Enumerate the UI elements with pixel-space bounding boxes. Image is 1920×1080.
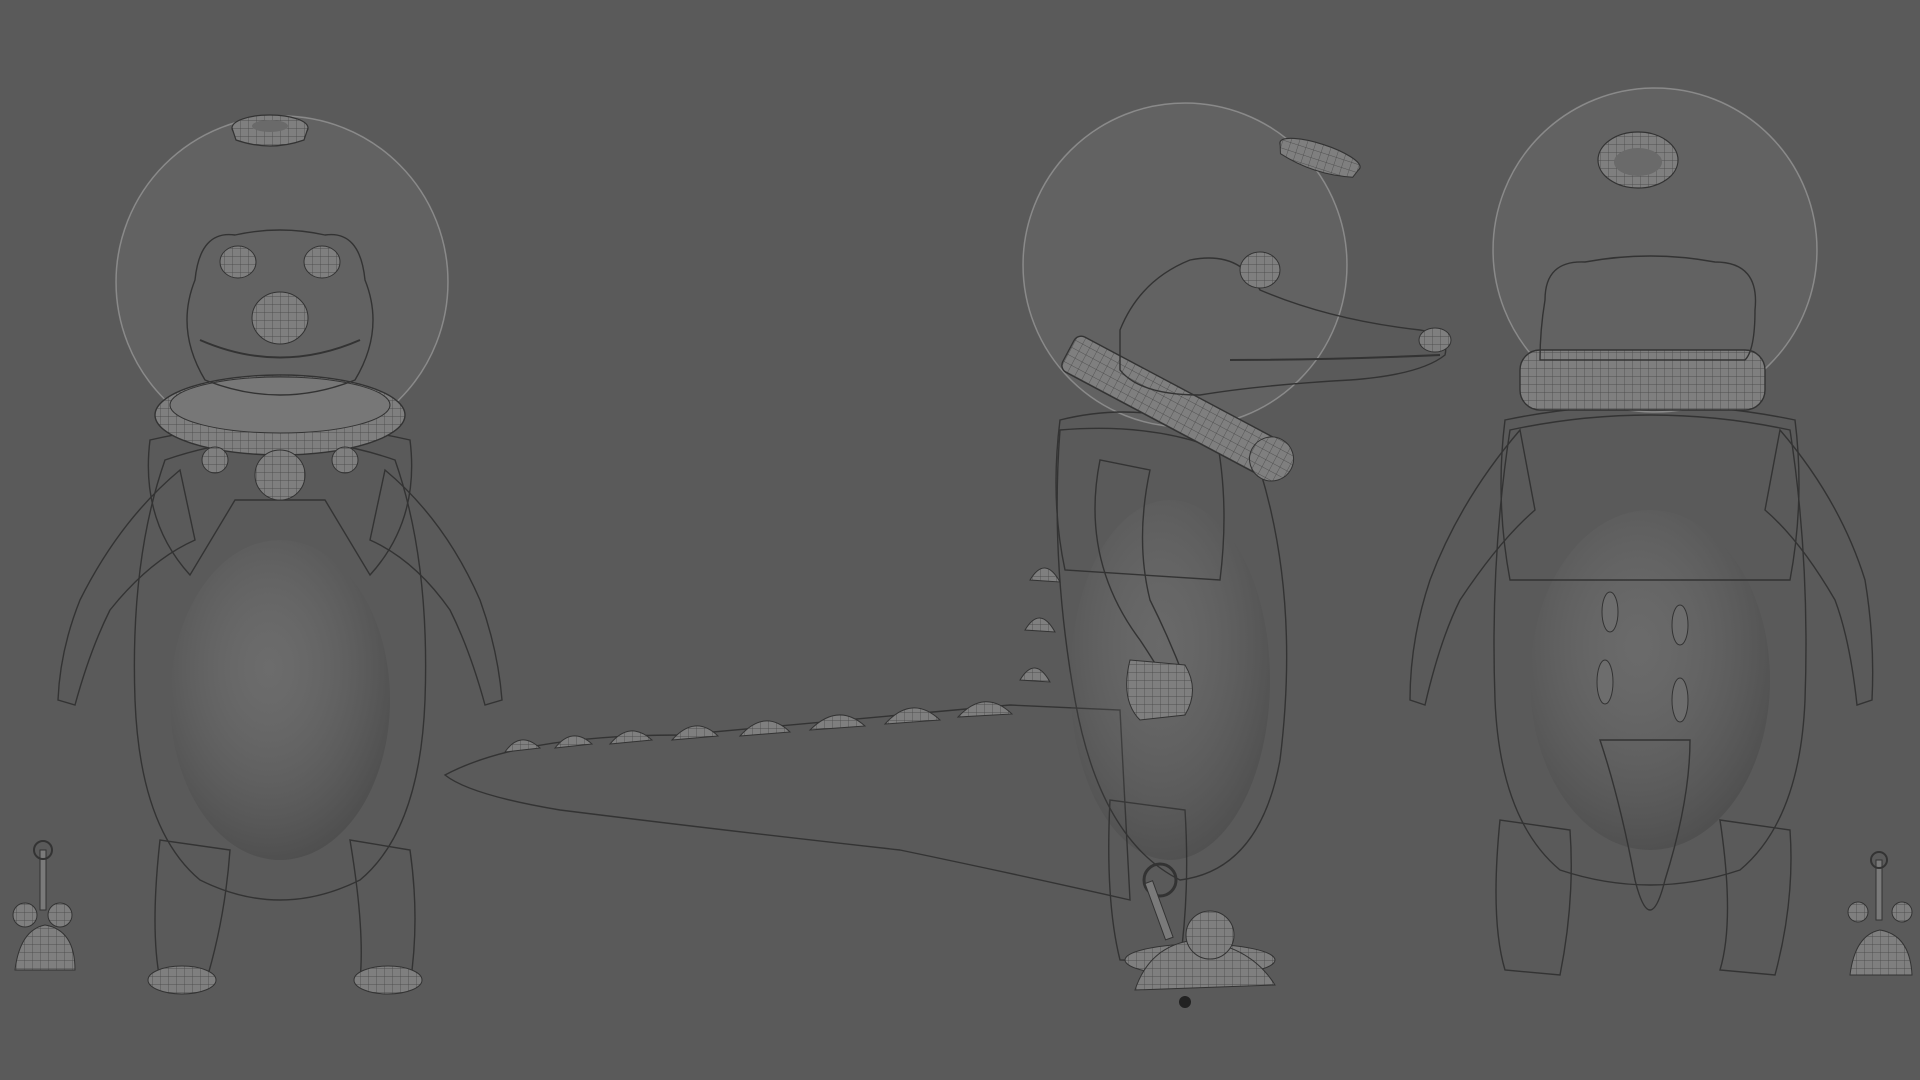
side-hand	[1126, 659, 1193, 721]
back-right-leg	[1719, 819, 1792, 976]
front-helmet-cap	[231, 114, 309, 147]
back-windup-mouse-toy	[1847, 851, 1913, 976]
front-collar-ring	[154, 374, 406, 501]
3d-viewport[interactable]	[0, 0, 1920, 1080]
front-right-leg	[349, 839, 416, 986]
front-left-leg	[154, 839, 231, 986]
side-windup-mouse-toy	[1134, 862, 1276, 1008]
back-left-leg	[1495, 819, 1572, 976]
back-view-character[interactable]	[1409, 87, 1874, 976]
back-collar-ring	[1519, 349, 1766, 411]
side-view-character[interactable]	[443, 102, 1452, 977]
front-windup-mouse-toy	[12, 840, 76, 971]
front-left-foot	[147, 965, 217, 995]
side-tail-spikes	[503, 567, 1061, 753]
back-right-arm	[1764, 428, 1874, 706]
side-tail	[443, 704, 1131, 901]
back-helmet-cap	[1597, 131, 1679, 189]
front-right-foot	[353, 965, 423, 995]
front-view-character[interactable]	[57, 114, 503, 995]
back-left-arm	[1409, 428, 1536, 706]
scene-canvas	[12, 87, 1913, 1008]
front-right-arm	[369, 468, 503, 706]
